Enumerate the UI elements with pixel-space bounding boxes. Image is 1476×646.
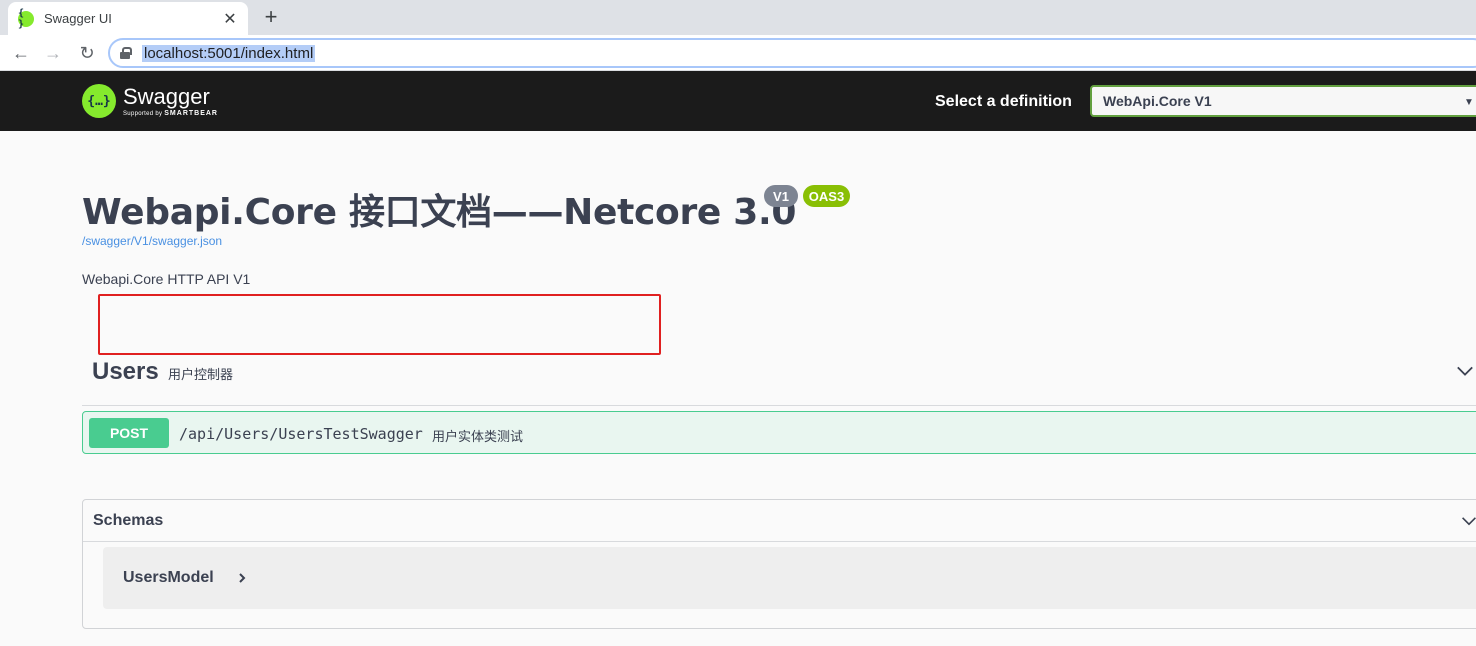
- definition-label: Select a definition: [935, 93, 1072, 110]
- model-users-model[interactable]: UsersModel: [103, 547, 1476, 609]
- browser-tab-bar: { } Swagger UI ✕ +: [0, 0, 1476, 35]
- chevron-down-icon[interactable]: [1456, 362, 1474, 380]
- back-button[interactable]: ←: [8, 40, 34, 66]
- reload-button[interactable]: ↻: [74, 40, 100, 66]
- url-text[interactable]: localhost:5001/index.html: [142, 44, 316, 62]
- logo-name: Swagger: [123, 84, 210, 109]
- swagger-logo-icon: {…}: [82, 84, 116, 118]
- schemas-header[interactable]: Schemas: [83, 500, 1476, 542]
- api-description: Webapi.Core HTTP API V1: [82, 271, 251, 287]
- page-title: Webapi.Core 接口文档——Netcore 3.0: [82, 192, 797, 233]
- schemas-section: Schemas UsersModel: [82, 499, 1476, 629]
- tag-description: 用户控制器: [168, 367, 234, 382]
- dropdown-caret-icon: ▼: [1464, 97, 1474, 108]
- annotation-highlight-box: [98, 294, 661, 355]
- operation-summary: 用户实体类测试: [432, 429, 524, 444]
- chevron-down-icon[interactable]: [1461, 513, 1476, 529]
- swagger-logo[interactable]: {…} Swagger Supported by SMARTBEAR: [82, 81, 218, 121]
- oas-badge: OAS3: [803, 185, 850, 207]
- operation-post-users-test-swagger[interactable]: POST /api/Users/UsersTestSwagger 用户实体类测试: [82, 411, 1476, 454]
- forward-button[interactable]: →: [40, 40, 66, 66]
- lock-icon[interactable]: [120, 47, 132, 59]
- definition-selected-value: WebApi.Core V1: [1103, 93, 1212, 109]
- close-tab-icon[interactable]: ✕: [222, 9, 238, 29]
- browser-tab[interactable]: { } Swagger UI ✕: [8, 2, 248, 35]
- method-badge: POST: [89, 418, 169, 448]
- operation-path: /api/Users/UsersTestSwagger: [179, 425, 423, 443]
- browser-toolbar: ← → ↻ localhost:5001/index.html: [0, 35, 1476, 71]
- swagger-topbar: {…} Swagger Supported by SMARTBEAR Selec…: [0, 71, 1476, 131]
- new-tab-button[interactable]: +: [258, 4, 284, 30]
- logo-tagline: Supported by SMARTBEAR: [123, 110, 218, 117]
- tab-title: Swagger UI: [44, 11, 112, 26]
- definition-select[interactable]: WebApi.Core V1 ▼: [1090, 85, 1476, 117]
- schemas-title: Schemas: [93, 512, 164, 529]
- tag-name: Users: [92, 358, 159, 385]
- model-name: UsersModel: [123, 569, 214, 586]
- chevron-right-icon[interactable]: [237, 572, 247, 584]
- swagger-json-link[interactable]: /swagger/V1/swagger.json: [82, 234, 222, 248]
- version-badge: V1: [764, 185, 798, 207]
- tag-users[interactable]: Users 用户控制器: [82, 356, 1476, 406]
- swagger-favicon-icon: { }: [18, 8, 34, 30]
- address-bar[interactable]: localhost:5001/index.html: [108, 38, 1476, 68]
